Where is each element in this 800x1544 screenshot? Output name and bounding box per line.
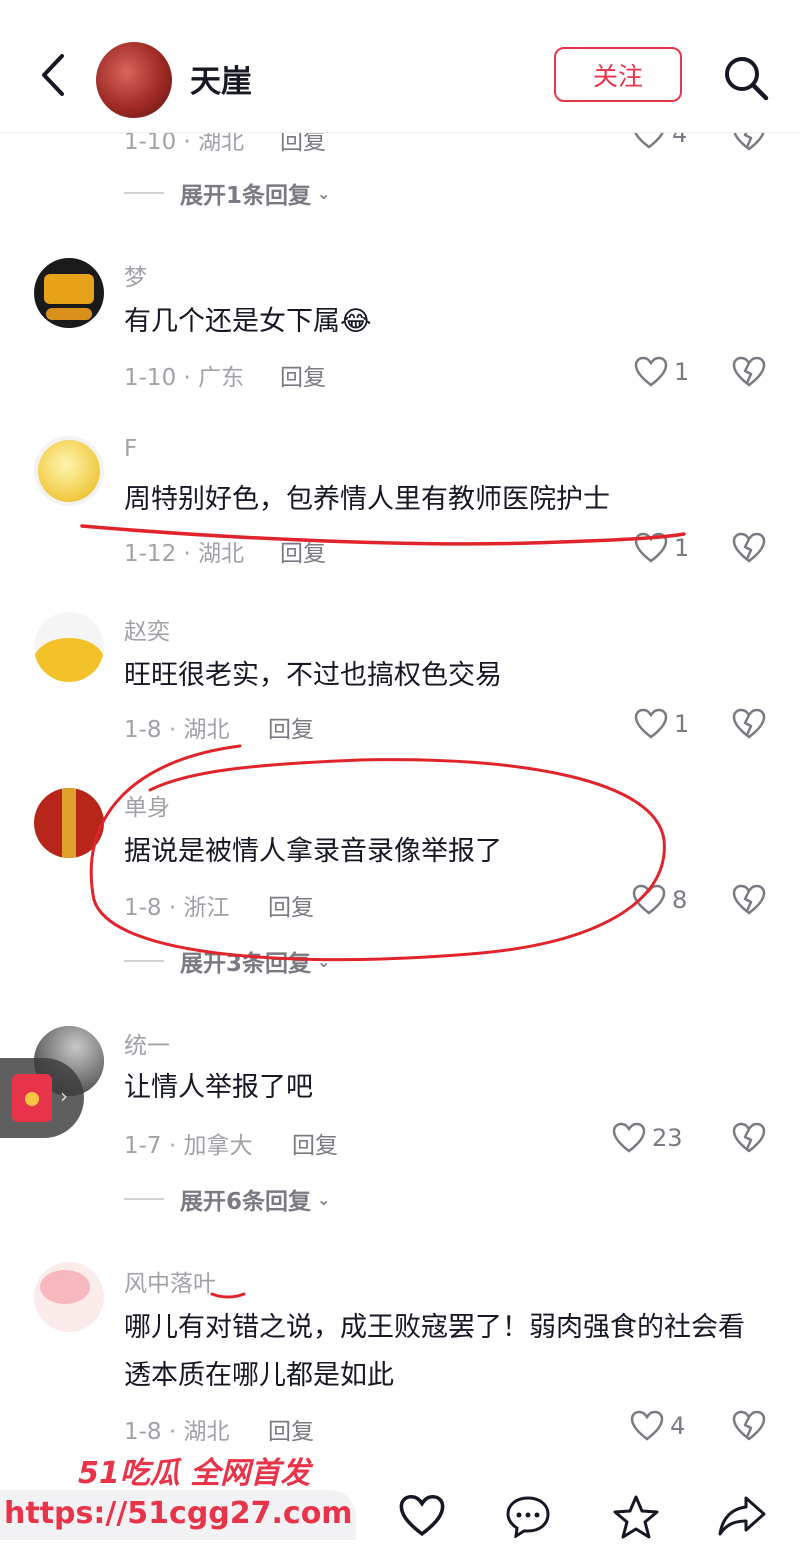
top-bar: 天崖 关注 (0, 0, 800, 133)
heart-icon[interactable] (398, 1494, 446, 1542)
annotation-overlay (80, 524, 686, 1299)
back-arrow-icon[interactable] (36, 52, 72, 98)
search-icon[interactable] (722, 54, 770, 102)
underline-mark (210, 1292, 246, 1299)
circle-annotation (89, 744, 666, 962)
follow-button[interactable]: 关注 (554, 47, 682, 102)
profile-name[interactable]: 天崖 (190, 56, 252, 101)
watermark-url: https://51cgg27.com (4, 1496, 353, 1531)
watermark-title: 51吃瓜 全网首发 (78, 1456, 311, 1491)
avatar[interactable] (96, 42, 172, 118)
share-icon[interactable] (716, 1494, 768, 1542)
comment-icon[interactable] (504, 1494, 552, 1542)
strike-line (80, 524, 686, 546)
star-icon[interactable] (612, 1494, 660, 1544)
